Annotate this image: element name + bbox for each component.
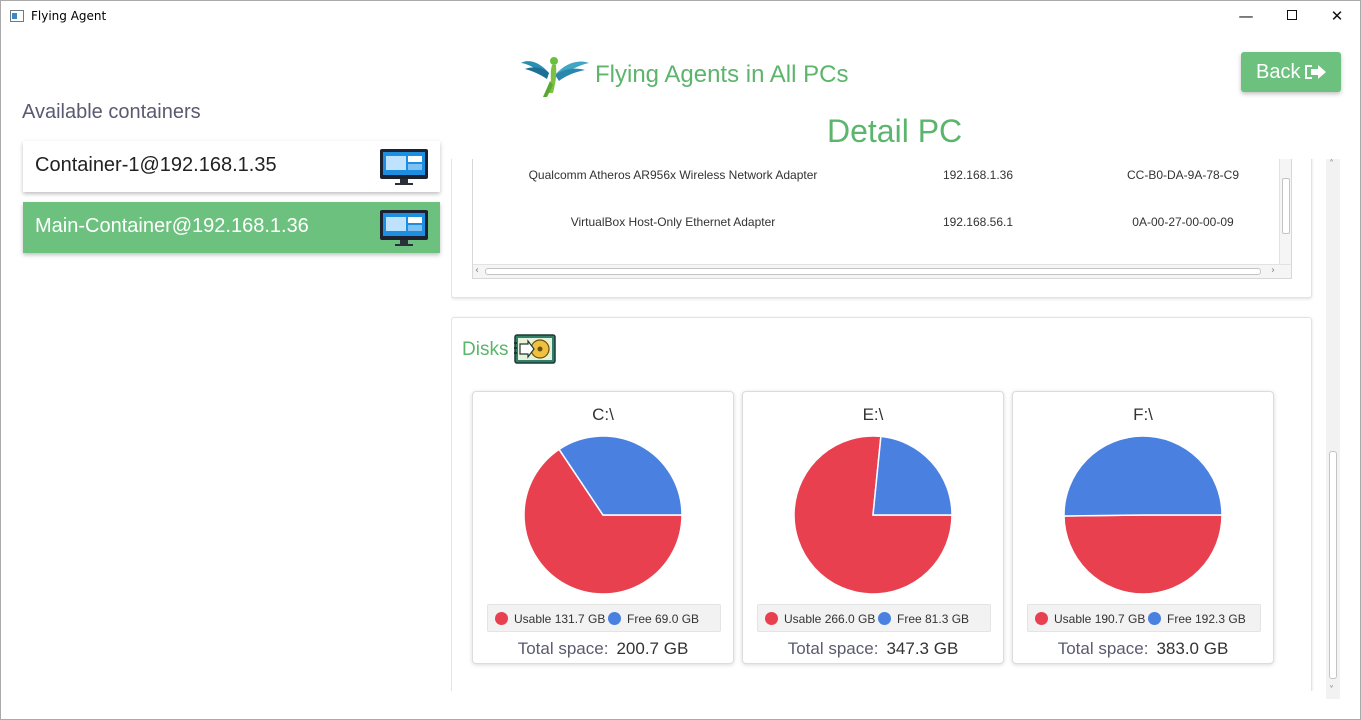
- pie-legend: Usable 131.7 GB Free 69.0 GB: [487, 604, 721, 632]
- pie-slice-free: [872, 435, 953, 516]
- disks-title: Disks: [462, 339, 509, 360]
- scrollbar-thumb[interactable]: [485, 268, 1261, 275]
- disk-usage-pie-chart: [793, 435, 953, 595]
- close-button[interactable]: ✕: [1314, 1, 1360, 32]
- scrollbar-thumb[interactable]: [1282, 178, 1290, 234]
- total-space: Total space: 200.7 GB: [473, 639, 733, 659]
- flying-agent-logo: [521, 57, 589, 97]
- free-legend-label: Free 192.3 GB: [1167, 612, 1246, 626]
- network-card: Qualcomm Atheros AR956x Wireless Network…: [451, 159, 1312, 298]
- minimize-button[interactable]: —: [1223, 1, 1269, 32]
- disk-card-c: C:\ Usable 131.7 GB Free 69.0 GB Total s…: [472, 391, 734, 664]
- pie-legend: Usable 266.0 GB Free 81.3 GB: [757, 604, 991, 632]
- free-legend-dot: [608, 612, 621, 625]
- total-space-value: 347.3 GB: [886, 639, 959, 658]
- app-icon: [10, 10, 24, 22]
- detail-vertical-scrollbar[interactable]: ˄ ˅: [1326, 159, 1340, 699]
- total-space: Total space: 347.3 GB: [743, 639, 1003, 659]
- free-legend-dot: [878, 612, 891, 625]
- back-button-label: Back: [1256, 61, 1301, 83]
- monitor-icon: [380, 210, 428, 246]
- back-button[interactable]: Back: [1241, 52, 1341, 92]
- usable-legend-dot: [495, 612, 508, 625]
- detail-title: Detail PC: [827, 113, 963, 149]
- total-space-label: Total space:: [517, 639, 609, 658]
- table-row: Qualcomm Atheros AR956x Wireless Network…: [473, 168, 1278, 188]
- scroll-right-icon[interactable]: ›: [1271, 265, 1275, 277]
- usable-legend-label: Usable 266.0 GB: [784, 612, 876, 626]
- container-label: Container-1@192.168.1.35: [35, 154, 277, 176]
- pie-legend: Usable 190.7 GB Free 192.3 GB: [1027, 604, 1261, 632]
- maximize-button[interactable]: [1269, 1, 1315, 32]
- adapter-mac: 0A-00-27-00-00-09: [1132, 215, 1234, 229]
- title-bar: Flying Agent — ✕: [1, 1, 1360, 32]
- container-item[interactable]: Container-1@192.168.1.35: [23, 141, 440, 192]
- disk-card-e: E:\ Usable 266.0 GB Free 81.3 GB Total s…: [742, 391, 1004, 664]
- adapter-ip: 192.168.1.36: [942, 168, 1014, 182]
- disk-usage-pie-chart: [523, 435, 683, 595]
- scroll-up-icon[interactable]: ˄: [1329, 159, 1334, 171]
- usable-legend-label: Usable 190.7 GB: [1054, 612, 1146, 626]
- disk-name: C:\: [592, 405, 614, 424]
- app-window: Flying Agent — ✕ Flying Agents in All PC…: [0, 0, 1361, 720]
- disk-name: E:\: [862, 405, 884, 424]
- table-horizontal-scrollbar[interactable]: ‹ ›: [473, 264, 1291, 278]
- usable-legend-dot: [765, 612, 778, 625]
- window-title: Flying Agent: [31, 9, 107, 23]
- total-space-label: Total space:: [1057, 639, 1149, 658]
- disk-usage-pie-chart: [1063, 435, 1223, 595]
- adapter-name: VirtualBox Host-Only Ethernet Adapter: [570, 215, 776, 229]
- app-heading: Flying Agents in All PCs: [595, 61, 849, 88]
- total-space-label: Total space:: [787, 639, 879, 658]
- adapter-ip: 192.168.56.1: [942, 215, 1014, 229]
- disk-card-f: F:\ Usable 190.7 GB Free 192.3 GB Total …: [1012, 391, 1274, 664]
- table-vertical-scrollbar[interactable]: [1279, 159, 1291, 264]
- free-legend-label: Free 81.3 GB: [897, 612, 970, 626]
- pie-slice-usable: [1063, 514, 1223, 595]
- disk-name: F:\: [1133, 405, 1153, 424]
- detail-scroll-area[interactable]: Qualcomm Atheros AR956x Wireless Network…: [451, 159, 1326, 691]
- usable-legend-label: Usable 131.7 GB: [514, 612, 606, 626]
- network-table[interactable]: Qualcomm Atheros AR956x Wireless Network…: [472, 159, 1292, 279]
- free-legend-label: Free 69.0 GB: [627, 612, 700, 626]
- monitor-icon: [380, 149, 428, 185]
- scrollbar-thumb[interactable]: [1329, 451, 1337, 679]
- adapter-mac: CC-B0-DA-9A-78-C9: [1126, 168, 1240, 182]
- pie-slice-free: [1063, 435, 1223, 517]
- container-item-selected[interactable]: Main-Container@192.168.1.36: [23, 202, 440, 253]
- usable-legend-dot: [1035, 612, 1048, 625]
- hard-disk-icon: [514, 334, 556, 364]
- scroll-down-icon[interactable]: ˅: [1329, 685, 1334, 697]
- total-space: Total space: 383.0 GB: [1013, 639, 1273, 659]
- sign-out-icon: [1305, 65, 1326, 79]
- total-space-value: 200.7 GB: [616, 639, 689, 658]
- maximize-icon: [1287, 10, 1297, 20]
- disks-card: Disks C:\ Usable 131.7 GB Free 69.0 GB T…: [451, 317, 1312, 691]
- total-space-value: 383.0 GB: [1156, 639, 1229, 658]
- adapter-name: Qualcomm Atheros AR956x Wireless Network…: [528, 168, 818, 182]
- scroll-left-icon[interactable]: ‹: [475, 265, 479, 277]
- table-row: VirtualBox Host-Only Ethernet Adapter 19…: [473, 215, 1278, 235]
- containers-heading: Available containers: [22, 101, 201, 123]
- container-label: Main-Container@192.168.1.36: [35, 215, 309, 237]
- free-legend-dot: [1148, 612, 1161, 625]
